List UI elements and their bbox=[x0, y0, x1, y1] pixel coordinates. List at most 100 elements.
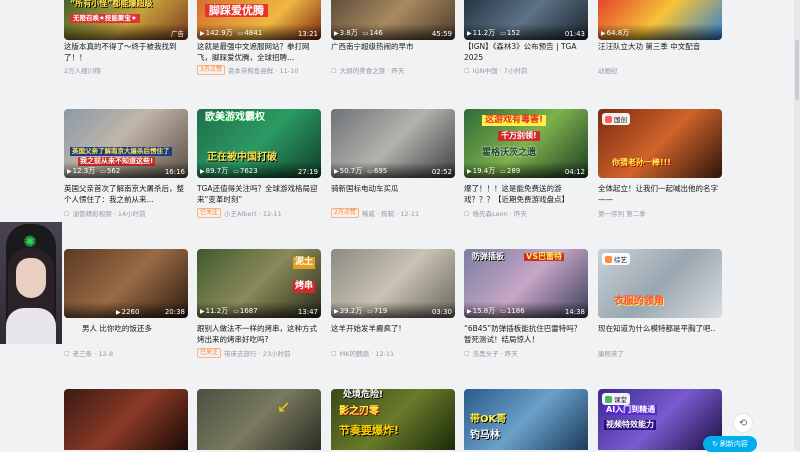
uploader-info[interactable]: 稀威 · 狗鞘 · 12-11 bbox=[362, 208, 419, 218]
video-thumbnail[interactable]: 脚踩爱优腾 ▶142.9万 ▭4841 13:21 bbox=[197, 0, 321, 40]
thumbnail-caption: 衣服的领角 bbox=[614, 296, 664, 307]
video-thumbnail[interactable]: 英国父亲了解南京大屠杀后愣住了 我之前从来不知道这些! ▶12.3万 ▭562 … bbox=[64, 109, 188, 178]
play-icon: ▶ bbox=[467, 168, 472, 175]
video-title[interactable]: 【IGN】《森林3》公布预告 | TGA 2025 bbox=[464, 41, 588, 63]
video-title[interactable]: 汪汪队立大功 第三季 中文配音 bbox=[598, 41, 722, 52]
uploader-icon: ▢ bbox=[331, 349, 337, 357]
video-title[interactable]: 广西南宁超级热闹的早市 bbox=[331, 41, 455, 52]
uploader-info[interactable]: 小王Albert · 12-11 bbox=[224, 208, 282, 218]
video-thumbnail[interactable]: “所有小怪”都能爆超级 无限召唤★技能聚宝★ 广告 bbox=[64, 0, 188, 40]
video-title[interactable]: 骑新国标电动车买瓜 bbox=[331, 183, 455, 194]
video-thumbnail[interactable]: ▶64.8万 bbox=[598, 0, 722, 40]
play-count: ▶89.7万 bbox=[200, 167, 229, 175]
thumbnail-caption: 处境危险! bbox=[343, 390, 384, 400]
thumbnail-caption: 英国父亲了解南京大屠杀后愣住了 bbox=[70, 147, 172, 156]
follow-badge: 已关注 bbox=[197, 348, 222, 358]
category-tag[interactable]: 国创 bbox=[602, 113, 630, 125]
video-title[interactable]: “6B45”防弹插板能抗住巴雷特吗？暂死测试！结局惊人！ bbox=[464, 323, 588, 345]
uploader-info[interactable]: 浩黑头子 · 昨天 bbox=[473, 348, 518, 358]
video-thumbnail[interactable]: ▶11.2万 ▭152 01:43 bbox=[464, 0, 588, 40]
back-to-top-button[interactable]: ⟲ bbox=[733, 413, 753, 433]
video-duration: 13:21 bbox=[297, 30, 318, 38]
play-icon: ▶ bbox=[200, 30, 205, 37]
play-count: ▶64.8万 bbox=[601, 29, 630, 37]
danmaku-icon: ▭ bbox=[500, 30, 506, 37]
danmaku-count: ▭562 bbox=[100, 167, 121, 175]
danmaku-count: ▭719 bbox=[367, 307, 388, 315]
follow-badge: 已关注 bbox=[197, 208, 222, 218]
play-icon: ▶ bbox=[334, 308, 339, 315]
thumbnail-caption: 视频特效能力 bbox=[604, 420, 656, 430]
refresh-label: 刷新内容 bbox=[719, 440, 748, 448]
uploader-icon: ▢ bbox=[464, 349, 470, 357]
uploader-icon: ▢ bbox=[464, 66, 470, 74]
video-duration: 14:38 bbox=[564, 308, 585, 316]
uploader-info[interactable]: IGN中国 · 7小时前 bbox=[473, 65, 528, 75]
uploader-info[interactable]: 资本带鳄鱼县鲜 · 11-10 bbox=[228, 65, 299, 75]
video-title[interactable]: 全体起立！让我们一起喊出他的名字—— bbox=[598, 183, 722, 205]
uploader-info[interactable]: 老三条 · 12-8 bbox=[73, 348, 113, 358]
variety-icon bbox=[605, 255, 612, 263]
streamer-webcam: ✺ bbox=[0, 222, 62, 344]
play-icon: ▶ bbox=[467, 30, 472, 37]
video-thumbnail[interactable]: 国创 你猜老孙一棒!!! bbox=[598, 109, 722, 178]
play-icon: ▶ bbox=[334, 168, 339, 175]
thumbnail-caption: 你猜老孙一棒!!! bbox=[612, 158, 671, 167]
danmaku-icon: ▭ bbox=[100, 168, 106, 175]
category-tag[interactable]: 综艺 bbox=[602, 253, 630, 265]
video-thumbnail[interactable]: 防弹插板 VS巴雷特 ▶15.8万 ▭1186 14:38 bbox=[464, 249, 588, 318]
streamer-face bbox=[16, 258, 46, 298]
uploader-info[interactable]: MK的鹦鹉 · 12-11 bbox=[340, 348, 394, 358]
uploader-info[interactable]: 带床去旅行 · 23小时前 bbox=[224, 348, 290, 358]
scrollbar-handle[interactable] bbox=[795, 40, 799, 100]
video-thumbnail[interactable]: 泥土 烤串 ▶11.2万 ▭1687 13:47 bbox=[197, 249, 321, 318]
video-thumbnail[interactable]: ↙ bbox=[197, 389, 321, 450]
uploader-info[interactable]: 杨先森Leon · 昨天 bbox=[473, 208, 527, 218]
video-thumbnail[interactable]: ▶3.8万 ▭146 45:59 bbox=[331, 0, 455, 40]
video-duration: 13:47 bbox=[297, 308, 318, 316]
thumbnail-caption: VS巴雷特 bbox=[524, 252, 564, 261]
play-icon: ▶ bbox=[200, 308, 205, 315]
play-count: ▶142.9万 bbox=[200, 29, 233, 37]
danmaku-count: ▭7623 bbox=[233, 167, 258, 175]
thumbnail-caption: 烤串 bbox=[293, 281, 315, 293]
video-duration: 20:38 bbox=[164, 308, 185, 316]
uploader-info[interactable]: 2万人搜川翔 bbox=[64, 65, 101, 75]
like-badge: 2万点赞 bbox=[331, 208, 359, 218]
video-duration: 27:19 bbox=[297, 168, 318, 176]
video-thumbnail[interactable]: 处境危险! 影之刃零 节奏要爆炸! bbox=[331, 389, 455, 450]
video-thumbnail[interactable]: 综艺 衣服的领角 bbox=[598, 249, 722, 318]
video-title[interactable]: 英国父亲首次了解南京大屠杀后，整个人愣住了：我之前从来... bbox=[64, 183, 188, 205]
video-thumbnail[interactable]: ▶2260 20:38 bbox=[64, 249, 188, 318]
uploader-info[interactable]: 康熙来了 bbox=[598, 348, 624, 358]
uploader-info[interactable]: 油管精彩视频 · 14小时前 bbox=[73, 208, 146, 218]
page-scrollbar[interactable] bbox=[794, 0, 800, 450]
uploader-info[interactable]: 第一序列 第二季 bbox=[598, 208, 646, 218]
video-thumbnail[interactable]: ▶50.7万 ▭695 02:52 bbox=[331, 109, 455, 178]
video-title[interactable]: 这版本真的不得了～终于被我找到了！！ bbox=[64, 41, 188, 63]
video-thumbnail[interactable] bbox=[64, 389, 188, 450]
uploader-info[interactable]: 动画纪 bbox=[598, 65, 618, 75]
thumbnail-caption: 欧美游戏霸权 bbox=[205, 112, 265, 123]
video-title[interactable]: TGA还值得关注吗？全球游戏格局迎来“变革时刻” bbox=[197, 183, 321, 205]
video-title[interactable]: 现在知道为什么模特都是平胸了吧.. bbox=[598, 323, 722, 334]
video-thumbnail[interactable]: 带OK哥 钓马林 bbox=[464, 389, 588, 450]
play-icon: ▶ bbox=[334, 30, 339, 37]
video-duration: 45:59 bbox=[431, 30, 452, 38]
play-count: ▶2260 bbox=[116, 308, 140, 316]
uploader-info[interactable]: 大胡的美食之旅 · 昨天 bbox=[340, 65, 405, 75]
video-title[interactable]: 这羊开始发羊癫疯了! bbox=[331, 323, 455, 334]
video-title[interactable]: 爆了！！！这是能免费送的游戏？？？【近期免费游戏盘点】 bbox=[464, 183, 588, 205]
play-count: ▶11.2万 bbox=[200, 307, 229, 315]
video-title[interactable]: 男人 比你吃的饭还多 bbox=[64, 323, 188, 334]
play-count: ▶11.2万 bbox=[467, 29, 496, 37]
video-thumbnail[interactable]: 欧美游戏霸权 正在被中国打破 ▶89.7万 ▭7623 27:19 bbox=[197, 109, 321, 178]
course-icon bbox=[605, 395, 612, 403]
category-tag[interactable]: 课堂 bbox=[602, 393, 630, 405]
video-title[interactable]: 这就是最强中文遮服网站？拳打网飞，脚踩爱优腾，全球招聘... bbox=[197, 41, 321, 63]
refresh-icon: ↻ bbox=[712, 440, 718, 448]
danmaku-icon: ▭ bbox=[237, 30, 244, 37]
video-thumbnail[interactable]: ▶39.2万 ▭719 03:30 bbox=[331, 249, 455, 318]
video-thumbnail[interactable]: 这游戏有毒害! 千万别领! 霍格沃茨之遗 ▶19.4万 ▭289 04:12 bbox=[464, 109, 588, 178]
video-title[interactable]: 跟别人做法不一样的烤串，这种方式烤出来的烤串好吃吗? bbox=[197, 323, 321, 345]
